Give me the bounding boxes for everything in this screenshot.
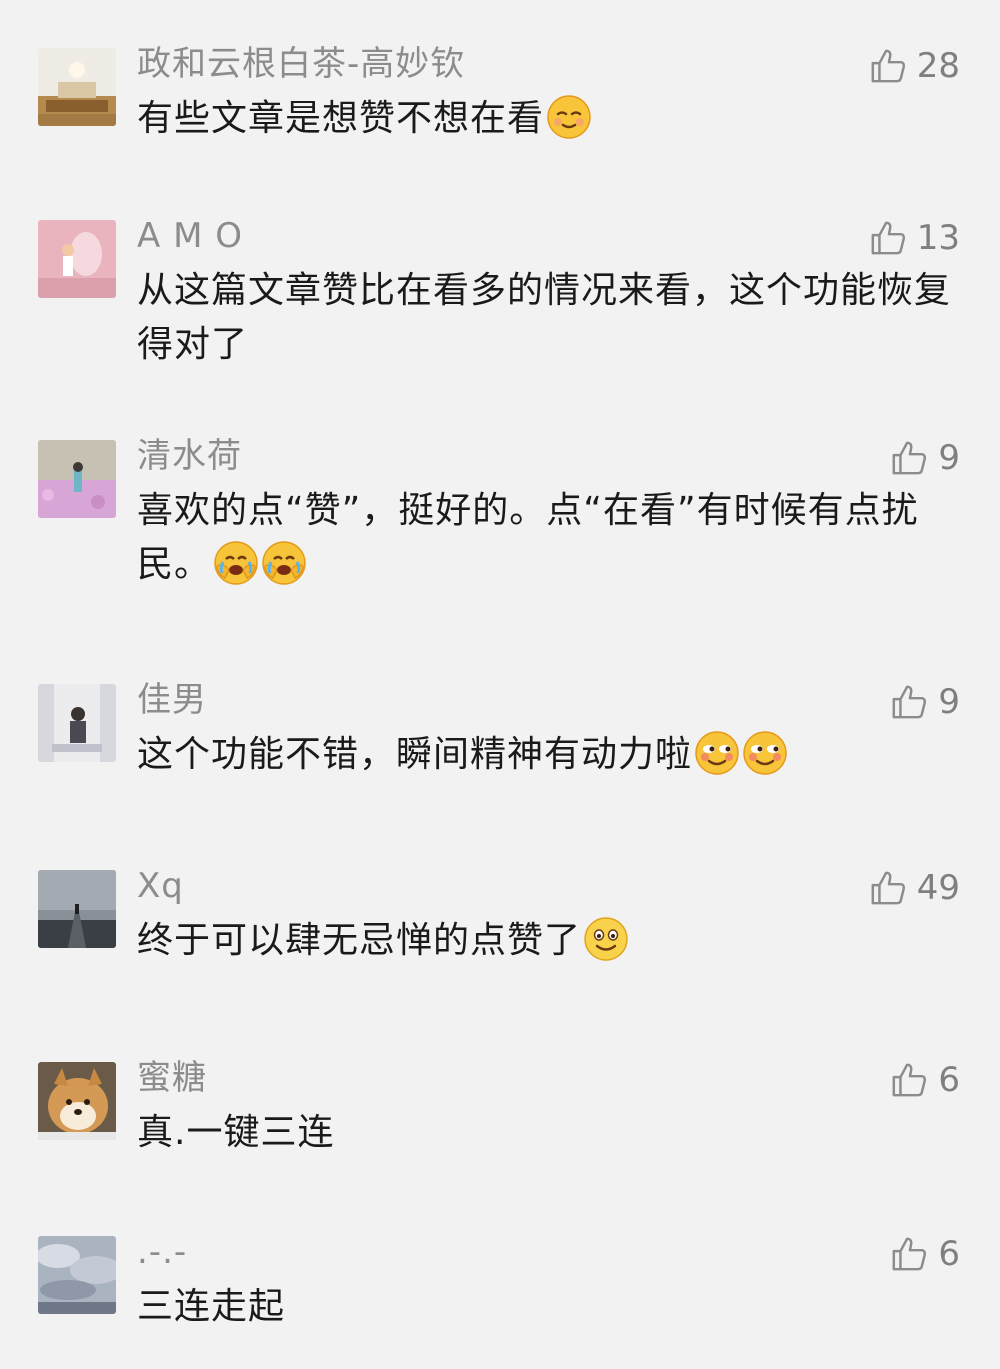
facepalm-laugh-emoji (213, 540, 259, 586)
thumbs-up-icon (871, 49, 905, 83)
avatar[interactable] (38, 870, 116, 948)
like-button[interactable]: 9 (890, 680, 960, 724)
nickname: .-.- (137, 1232, 188, 1272)
nickname: 蜜糖 (137, 1058, 207, 1098)
comment-text: 真.一键三连 (137, 1112, 335, 1153)
like-count: 49 (916, 868, 960, 908)
thumbs-up-icon (892, 1063, 927, 1097)
comment-text: 终于可以肆无忌惮的点赞了 (137, 914, 967, 968)
like-count: 28 (916, 46, 960, 86)
like-button[interactable]: 49 (869, 866, 960, 910)
comment-text: 喜欢的点“赞”，挺好的。点“在看”有时候有点扰民。 (137, 484, 967, 592)
like-count: 6 (938, 1234, 960, 1274)
smirk-blush-emoji (742, 730, 788, 776)
avatar[interactable] (38, 440, 116, 518)
like-count: 9 (938, 682, 960, 722)
avatar[interactable] (38, 220, 116, 298)
comment-text: 从这篇文章赞比在看多的情况来看，这个功能恢复得对了 (137, 270, 952, 365)
like-button[interactable]: 13 (869, 216, 960, 260)
thumbs-up-icon (892, 685, 927, 719)
like-count: 13 (916, 218, 960, 258)
smirk-blush-emoji (694, 730, 740, 776)
avatar[interactable] (38, 1062, 116, 1140)
like-button[interactable]: 28 (869, 44, 960, 88)
avatar[interactable] (38, 48, 116, 126)
thumbs-up-icon (871, 221, 905, 255)
comment-text-body: 这个功能不错，瞬间精神有动力啦 (137, 734, 693, 775)
thumbs-up-icon (871, 871, 905, 905)
facepalm-laugh-emoji (261, 540, 307, 586)
like-button[interactable]: 6 (890, 1058, 960, 1102)
like-count: 9 (938, 438, 960, 478)
smile-emoji (583, 916, 629, 962)
like-count: 6 (938, 1060, 960, 1100)
nickname: A M O (137, 216, 243, 256)
comment-text: 这个功能不错，瞬间精神有动力啦 (137, 728, 967, 782)
thumbs-up-icon (892, 441, 927, 475)
relieved-face-emoji (546, 94, 592, 140)
nickname: 清水荷 (137, 436, 242, 476)
comment-text-body: 终于可以肆无忌惮的点赞了 (137, 920, 582, 961)
avatar[interactable] (38, 1236, 116, 1314)
like-button[interactable]: 9 (890, 436, 960, 480)
comment-text-body: 有些文章是想赞不想在看 (137, 98, 545, 139)
thumbs-up-icon (892, 1237, 927, 1271)
nickname: Xq (137, 866, 184, 906)
like-button[interactable]: 6 (890, 1232, 960, 1276)
comment-text: 三连走起 (137, 1286, 286, 1327)
avatar[interactable] (38, 684, 116, 762)
comment-text: 有些文章是想赞不想在看 (137, 92, 967, 146)
nickname: 政和云根白茶-高妙钦 (137, 44, 466, 84)
nickname: 佳男 (137, 680, 207, 720)
